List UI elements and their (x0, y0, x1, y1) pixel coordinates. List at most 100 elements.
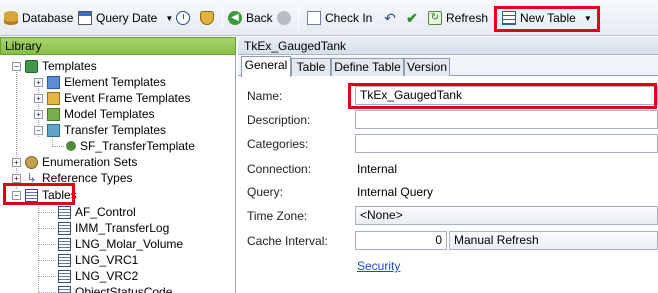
expand-icon[interactable]: + (34, 109, 43, 119)
database-button[interactable]: Database (4, 8, 73, 28)
event-frame-icon (47, 91, 60, 105)
library-header: Library (0, 37, 236, 55)
name-label: Name: (247, 89, 283, 103)
table-item[interactable]: IMM_TransferLog (58, 220, 169, 236)
table-icon (58, 221, 71, 235)
table-item[interactable]: ObjectStatusCode (58, 284, 172, 293)
database-icon (4, 11, 18, 25)
tree-node-enumeration-sets[interactable]: + Enumeration Sets (12, 154, 137, 170)
cache-interval-label: Cache Interval: (247, 234, 328, 248)
tab-define-table[interactable]: Define Table (331, 58, 404, 76)
tree-node-sf-transfer-template[interactable]: SF_TransferTemplate (66, 138, 195, 154)
cache-interval-field[interactable]: 0 (355, 231, 447, 250)
check-in-icon (307, 11, 321, 25)
tree-node-templates[interactable]: − Templates (12, 58, 97, 74)
tree-label: Model Templates (64, 107, 155, 121)
tree-label: SF_TransferTemplate (80, 139, 195, 153)
collapse-icon[interactable]: − (34, 125, 43, 135)
description-field[interactable] (355, 110, 658, 129)
undo-button[interactable]: ↶ (383, 8, 401, 28)
templates-icon (25, 59, 38, 73)
back-label: Back (246, 11, 273, 25)
tables-highlight (3, 183, 75, 205)
history-button[interactable] (176, 8, 194, 28)
tree-label: AF_Control (75, 205, 136, 219)
tree-node-element-templates[interactable]: + Element Templates (34, 74, 166, 90)
back-arrow-icon: ◀ (228, 11, 242, 25)
table-item[interactable]: LNG_VRC1 (58, 252, 138, 268)
forward-button[interactable] (277, 8, 295, 28)
name-field-highlight (348, 83, 657, 109)
check-in-button[interactable]: Check In (307, 8, 372, 28)
chevron-down-icon: ▼ (165, 13, 174, 23)
table-icon (58, 253, 71, 267)
model-templates-icon (47, 107, 60, 121)
tree-label: Transfer Templates (64, 123, 167, 137)
new-table-highlight (494, 6, 600, 32)
tab-general[interactable]: General (241, 56, 291, 77)
time-zone-select[interactable]: <None> (355, 206, 658, 225)
connection-label: Connection: (247, 162, 312, 176)
refresh-icon: ↻ (428, 11, 442, 25)
table-icon (58, 269, 71, 283)
tree-label: IMM_TransferLog (75, 221, 170, 235)
library-tree: − Templates + Element Templates + Event … (0, 55, 236, 293)
enumeration-sets-icon (25, 155, 38, 169)
connection-value: Internal (357, 162, 398, 176)
expand-icon[interactable]: + (12, 173, 21, 183)
refresh-label: Refresh (446, 11, 489, 25)
security-link[interactable]: Security (357, 259, 400, 273)
back-button[interactable]: ◀ Back (228, 8, 273, 28)
checkmark-icon: ✔ (406, 10, 418, 26)
refresh-button[interactable]: ↻ Refresh (428, 8, 488, 28)
document-title: TkEx_GaugedTank (238, 37, 658, 55)
element-templates-icon (47, 75, 60, 89)
tree-label: LNG_VRC2 (75, 269, 139, 283)
collapse-icon[interactable]: − (12, 61, 21, 71)
security-toolbar-button[interactable] (200, 8, 218, 28)
tab-bar: General Table Define Table Version (238, 56, 658, 77)
tree-node-event-frame-templates[interactable]: + Event Frame Templates (34, 90, 191, 106)
table-icon (58, 205, 71, 219)
tree-label: Enumeration Sets (42, 155, 138, 169)
time-zone-label: Time Zone: (247, 209, 308, 223)
shield-icon (200, 11, 214, 25)
sf-template-icon (66, 141, 76, 151)
categories-label: Categories: (247, 137, 309, 151)
forward-arrow-icon (277, 11, 291, 25)
expand-icon[interactable]: + (12, 157, 21, 167)
tab-table[interactable]: Table (291, 58, 331, 76)
query-date-button[interactable]: Query Date ▼ (78, 8, 173, 28)
tree-label: LNG_Molar_Volume (75, 237, 184, 251)
expand-icon[interactable]: + (34, 77, 43, 87)
description-label: Description: (247, 113, 311, 127)
query-date-label: Query Date (96, 11, 158, 25)
query-value: Internal Query (357, 185, 434, 199)
check-in-label: Check In (325, 11, 373, 25)
transfer-templates-icon (47, 123, 60, 137)
calendar-icon (78, 11, 92, 25)
tree-label: Event Frame Templates (64, 91, 191, 105)
query-label: Query: (247, 185, 284, 199)
apply-button[interactable]: ✔ (405, 8, 423, 28)
tree-label: ObjectStatusCode (75, 285, 173, 293)
toolbar-divider (298, 7, 299, 29)
table-icon (58, 237, 71, 251)
undo-icon: ↶ (384, 10, 396, 26)
expand-icon[interactable]: + (34, 93, 43, 103)
cache-mode-select[interactable]: Manual Refresh (449, 231, 658, 250)
tree-label: Templates (42, 59, 97, 73)
database-label: Database (22, 11, 74, 25)
table-item[interactable]: LNG_Molar_Volume (58, 236, 183, 252)
tab-version[interactable]: Version (404, 58, 450, 76)
table-item[interactable]: LNG_VRC2 (58, 268, 138, 284)
tree-node-transfer-templates[interactable]: − Transfer Templates (34, 122, 166, 138)
table-item[interactable]: AF_Control (58, 204, 136, 220)
general-form: Name: TkEx_GaugedTank Description: Categ… (238, 77, 658, 293)
tree-label: Element Templates (64, 75, 166, 89)
tree-node-model-templates[interactable]: + Model Templates (34, 106, 155, 122)
toolbar-divider (222, 7, 223, 29)
tree-label: LNG_VRC1 (75, 253, 139, 267)
clock-icon (176, 11, 190, 25)
categories-field[interactable] (355, 134, 658, 153)
